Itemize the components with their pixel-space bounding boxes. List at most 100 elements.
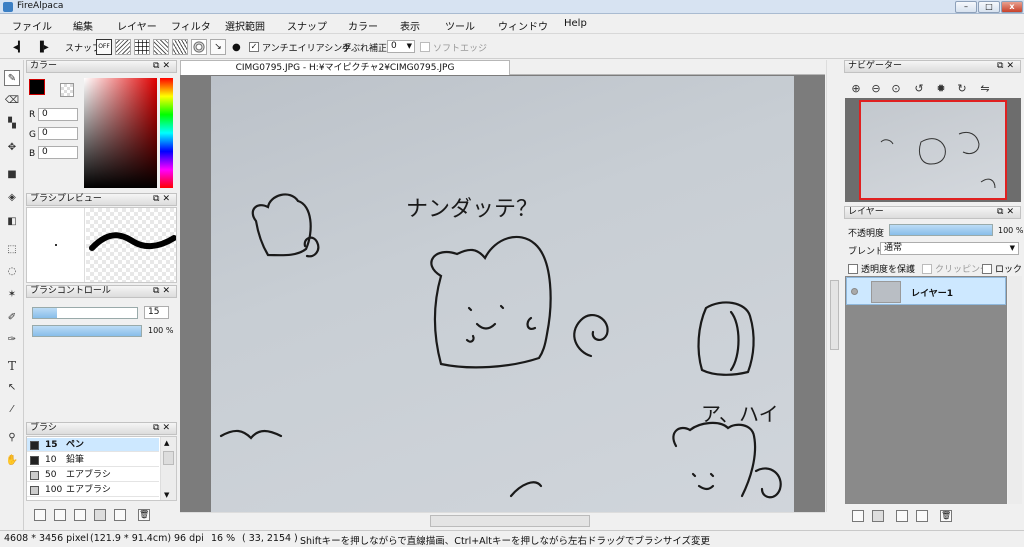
navigator-preview[interactable] [845, 98, 1021, 202]
zoom-out-icon[interactable]: ⊖ [869, 82, 883, 96]
dot-tool-icon[interactable]: ▚ [4, 116, 20, 132]
eyedropper-icon[interactable]: ⚲ [4, 430, 20, 446]
panel-controls-icon[interactable]: ⧉✕ [153, 194, 173, 205]
select-pen-icon[interactable]: ✐ [4, 310, 20, 326]
maximize-button[interactable]: □ [978, 1, 1000, 13]
scroll-thumb[interactable] [163, 451, 174, 465]
menu-color[interactable]: カラー [348, 18, 378, 33]
bucket-tool-icon[interactable]: ◈ [4, 190, 20, 206]
duplicate-brush-icon[interactable] [54, 509, 66, 521]
layer-opacity-slider[interactable] [889, 224, 993, 236]
transparent-color[interactable] [60, 83, 74, 97]
menu-help[interactable]: Help [564, 18, 587, 29]
menu-layer[interactable]: レイヤー [117, 18, 157, 33]
import-brush-icon[interactable] [74, 509, 86, 521]
brush-item-airbrush[interactable]: 50 エアブラシ [27, 468, 159, 482]
merge-layer-icon[interactable] [916, 510, 928, 522]
protect-alpha-checkbox[interactable]: 透明度を保護 [848, 262, 915, 275]
panel-controls-icon[interactable]: ⧉✕ [153, 61, 173, 72]
document-tab[interactable]: CIMG0795.JPG - H:¥マイピクチャ2¥CIMG0795.JPG [180, 60, 510, 75]
snap-off-button[interactable]: OFF [96, 39, 112, 55]
scroll-down-icon[interactable]: ▼ [164, 491, 169, 499]
duplicate-layer-icon[interactable] [896, 510, 908, 522]
lock-checkbox[interactable]: ロック [982, 262, 1022, 275]
clipping-checkbox[interactable]: クリッピング [922, 262, 989, 275]
delete-layer-icon[interactable]: 🗑 [940, 510, 952, 522]
snap-perspective-button[interactable] [153, 39, 169, 55]
brush-opacity-slider[interactable] [32, 325, 142, 337]
eraser-tool-icon[interactable]: ⌫ [4, 93, 20, 109]
canvas-area[interactable]: ナンダッテ？ ア、ハイ [180, 75, 825, 512]
rotate-reset-icon[interactable]: ✹ [934, 82, 948, 96]
move-tool-icon[interactable]: ✥ [4, 140, 20, 156]
brush-list-scrollbar[interactable]: ▲ ▼ [160, 437, 176, 500]
hue-slider[interactable] [160, 78, 173, 188]
brush-item-pen[interactable]: 15 ペン [27, 438, 159, 452]
menu-edit[interactable]: 編集 [73, 18, 93, 33]
panel-controls-icon[interactable]: ⧉✕ [997, 61, 1017, 72]
snap-circle-button[interactable] [191, 39, 207, 55]
copy-icon[interactable] [114, 509, 126, 521]
hand-tool-icon[interactable]: ✋ [4, 453, 20, 469]
close-button[interactable]: x [1001, 1, 1023, 13]
soft-edge-checkbox[interactable]: ソフトエッジ [420, 40, 487, 54]
brush-item-airbrush-large[interactable]: 100 エアブラシ [27, 483, 159, 497]
menu-selection[interactable]: 選択範囲 [225, 18, 265, 33]
rotate-left-icon[interactable]: ↺ [912, 82, 926, 96]
rotate-right-icon[interactable]: ↻ [955, 82, 969, 96]
r-field[interactable]: 0 [38, 108, 78, 121]
pen-tool-icon[interactable]: ✎ [4, 70, 20, 86]
foreground-color[interactable] [29, 79, 45, 95]
saturation-value-picker[interactable] [84, 78, 157, 188]
navigator-viewport[interactable] [859, 100, 1007, 200]
delete-brush-icon[interactable]: 🗑 [138, 509, 150, 521]
menu-window[interactable]: ウィンドウ [498, 18, 548, 33]
folder-icon[interactable] [94, 509, 106, 521]
divide-tool-icon[interactable]: ⁄ [4, 402, 20, 418]
brush-size-slider[interactable] [32, 307, 138, 319]
layer-list-scrollbar[interactable] [1008, 276, 1022, 504]
horizontal-scroll-thumb[interactable] [430, 515, 590, 527]
stabilizer-select[interactable]: 0 ▼ [387, 40, 415, 53]
zoom-in-icon[interactable]: ⊕ [849, 82, 863, 96]
b-field[interactable]: 0 [38, 146, 78, 159]
snap-radial-button[interactable] [172, 39, 188, 55]
new-brush-icon[interactable] [34, 509, 46, 521]
snap-parallel-button[interactable] [115, 39, 131, 55]
blend-select[interactable]: 通常 ▼ [880, 242, 1019, 255]
vertical-scroll-thumb[interactable] [830, 280, 839, 350]
eye-icon[interactable] [851, 288, 858, 295]
panel-controls-icon[interactable]: ⧉✕ [153, 423, 173, 434]
redo-icon[interactable]: ▐▸ [36, 40, 49, 54]
scroll-up-icon[interactable]: ▲ [164, 439, 169, 447]
brush-size-field[interactable]: 15 [144, 306, 169, 319]
select-tool-icon[interactable]: ⬚ [4, 242, 20, 258]
brush-item-pencil[interactable]: 10 鉛筆 [27, 453, 159, 467]
fill-tool-icon[interactable]: ■ [4, 167, 20, 183]
menu-snap[interactable]: スナップ [287, 18, 327, 33]
canvas-horizontal-scrollbar[interactable] [180, 512, 825, 529]
magic-wand-icon[interactable]: ✶ [4, 287, 20, 303]
g-field[interactable]: 0 [38, 127, 78, 140]
panel-controls-icon[interactable]: ⧉✕ [997, 207, 1017, 218]
menu-view[interactable]: 表示 [400, 18, 420, 33]
snap-grid-button[interactable] [134, 39, 150, 55]
antialias-checkbox[interactable]: ✓ アンチエイリアシング [249, 40, 351, 54]
undo-icon[interactable]: ◂▎ [13, 40, 26, 54]
operation-tool-icon[interactable]: ↖ [4, 380, 20, 396]
new-folder-icon[interactable] [872, 510, 884, 522]
select-eraser-icon[interactable]: ✑ [4, 332, 20, 348]
panel-controls-icon[interactable]: ⧉✕ [153, 286, 173, 297]
minimize-button[interactable]: – [955, 1, 977, 13]
flip-horizontal-icon[interactable]: ⇋ [978, 82, 992, 96]
new-layer-icon[interactable] [852, 510, 864, 522]
menu-tools[interactable]: ツール [445, 18, 475, 33]
menu-file[interactable]: ファイル [12, 18, 52, 33]
text-tool-icon[interactable]: T [4, 358, 20, 374]
snap-curve-button[interactable]: ↘ [210, 39, 226, 55]
lasso-tool-icon[interactable]: ◌ [4, 264, 20, 280]
canvas-photo[interactable]: ナンダッテ？ ア、ハイ [211, 76, 794, 512]
zoom-fit-icon[interactable]: ⊙ [889, 82, 903, 96]
canvas-vertical-scrollbar[interactable] [826, 60, 842, 512]
gradient-tool-icon[interactable]: ◧ [4, 214, 20, 230]
